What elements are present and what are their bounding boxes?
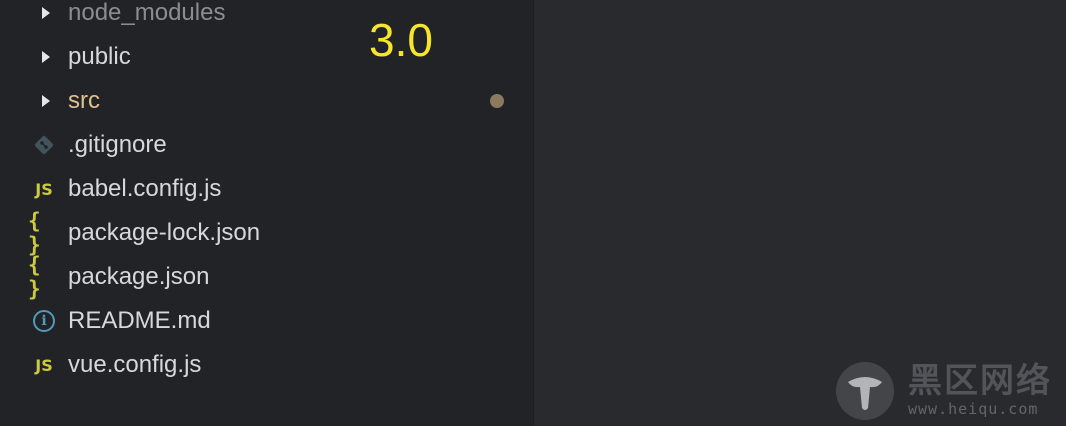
tree-item-package-lock[interactable]: { } package-lock.json (0, 209, 534, 257)
javascript-icon: JS (35, 355, 53, 375)
version-annotation: 3.0 (369, 14, 433, 66)
modified-indicator-dot (490, 94, 504, 108)
json-icon: { } (28, 209, 42, 257)
tree-item-vue-config[interactable]: JS vue.config.js (0, 343, 534, 387)
tree-item-label: README.md (68, 307, 211, 334)
git-icon (28, 123, 60, 167)
tree-item-public[interactable]: public (0, 35, 534, 79)
watermark-logo-icon (836, 362, 894, 420)
chevron-right-icon[interactable] (28, 0, 60, 35)
tree-item-readme[interactable]: i README.md (0, 299, 534, 343)
explorer-sidebar: node_modules public src .gitignore JS ba… (0, 0, 534, 426)
tree-item-label: babel.config.js (68, 175, 222, 202)
tree-item-label: package-lock.json (68, 219, 261, 246)
chevron-right-icon[interactable] (28, 79, 60, 123)
tree-item-src[interactable]: src (0, 79, 534, 123)
tree-item-babel-config[interactable]: JS babel.config.js (0, 167, 534, 211)
tree-item-package-json[interactable]: { } package.json (0, 253, 534, 301)
chevron-right-icon[interactable] (28, 35, 60, 79)
tree-item-label: src (68, 87, 100, 114)
tree-item-label: vue.config.js (68, 351, 202, 378)
json-icon: { } (28, 253, 42, 301)
tree-item-label: .gitignore (68, 131, 167, 158)
info-icon: i (28, 299, 60, 343)
javascript-icon: JS (35, 179, 53, 199)
vscode-window: node_modules public src .gitignore JS ba… (0, 0, 1066, 426)
tree-item-label: public (68, 43, 131, 70)
tree-item-label: node_modules (68, 0, 226, 26)
watermark-url: www.heiqu.com (908, 400, 1039, 418)
watermark-title: 黑区网络 (908, 361, 1052, 401)
tree-item-gitignore[interactable]: .gitignore (0, 123, 534, 167)
tree-item-label: package.json (68, 263, 210, 290)
watermark: 黑区网络 www.heiqu.com (830, 358, 1066, 426)
tree-item-node-modules[interactable]: node_modules (0, 0, 534, 35)
